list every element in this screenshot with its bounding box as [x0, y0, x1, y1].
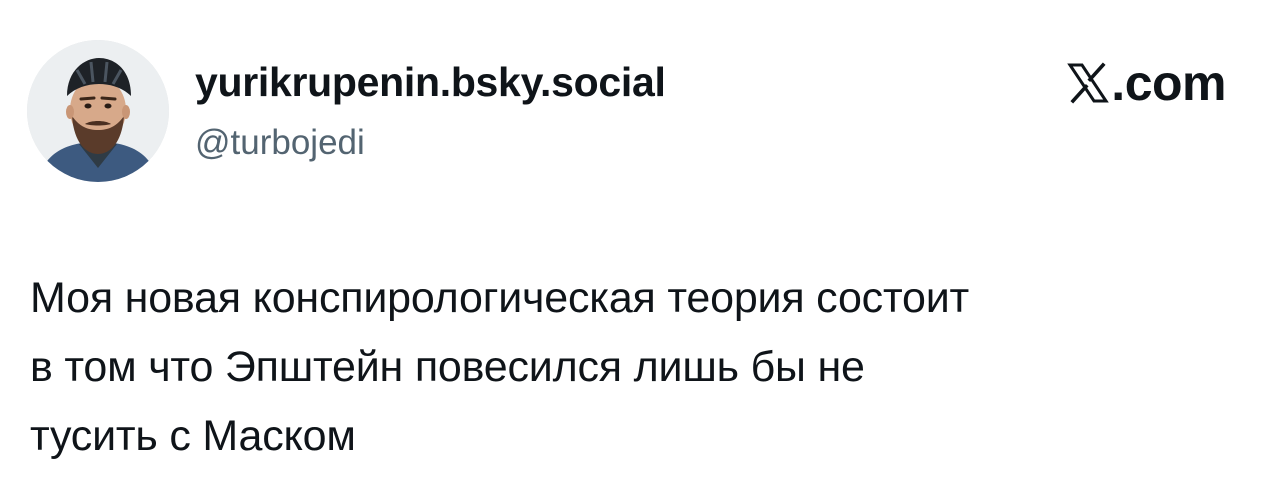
tweet-text: Моя новая конспирологическая теория сост… — [30, 274, 970, 460]
avatar-photo-icon — [27, 40, 169, 182]
author-display-name[interactable]: yurikrupenin.bsky.social — [195, 58, 666, 106]
author-handle[interactable]: @turbojedi — [195, 122, 365, 164]
x-logo-icon — [1067, 62, 1110, 104]
tweet-card: yurikrupenin.bsky.social @turbojedi .com… — [0, 0, 1284, 501]
brand-logo: .com — [1067, 55, 1226, 111]
brand-domain: .com — [1111, 55, 1226, 111]
avatar[interactable] — [27, 40, 169, 182]
